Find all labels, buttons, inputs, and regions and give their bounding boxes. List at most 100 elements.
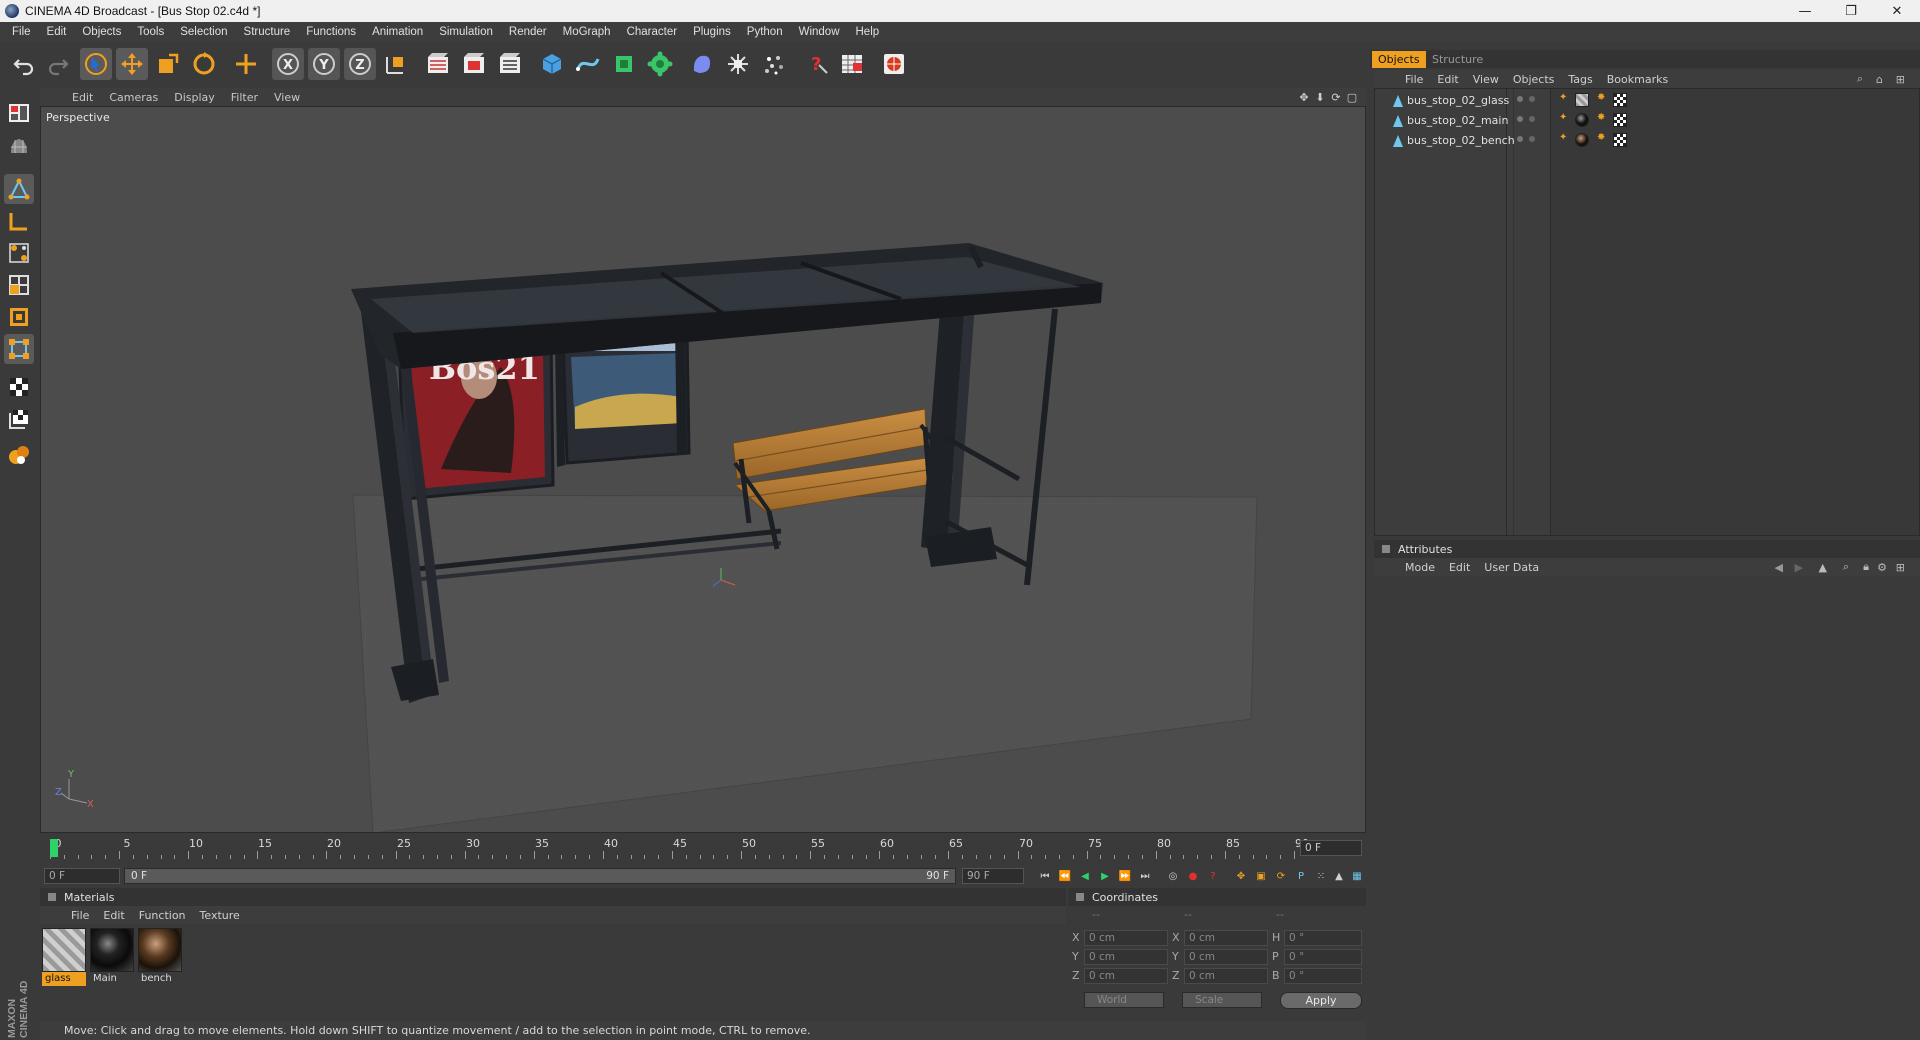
help-icon[interactable]: ? xyxy=(800,48,832,80)
menu-objects[interactable]: Objects xyxy=(74,26,129,38)
editor-visibility-dot[interactable] xyxy=(1517,136,1523,142)
attributes-menu-mode[interactable]: Mode xyxy=(1398,561,1442,574)
objects-menu-objects[interactable]: Objects xyxy=(1506,73,1562,86)
up-arrow-icon[interactable]: ▲ xyxy=(1812,561,1834,574)
material-bench[interactable]: bench xyxy=(138,928,182,986)
key-scale-icon[interactable]: ▣ xyxy=(1252,868,1270,884)
viewport-menu-filter[interactable]: Filter xyxy=(223,91,266,104)
tab-structure[interactable]: Structure xyxy=(1426,51,1489,68)
deformer-icon[interactable] xyxy=(686,48,718,80)
frame-ruler[interactable]: 051015202530354045505560657075808590 xyxy=(50,835,1309,861)
object-row-glass[interactable]: bus_stop_02_glass ✦ ✸ xyxy=(1375,91,1919,110)
edges-mode-icon[interactable] xyxy=(4,206,34,236)
object-row-bench[interactable]: bus_stop_02_bench ✦ ✸ xyxy=(1375,131,1919,150)
position-x-field[interactable]: 0 cm xyxy=(1084,930,1168,946)
menu-structure[interactable]: Structure xyxy=(236,26,299,38)
viewport-menu-cameras[interactable]: Cameras xyxy=(101,91,166,104)
object-name[interactable]: bus_stop_02_glass xyxy=(1407,94,1509,107)
tab-objects[interactable]: Objects xyxy=(1372,51,1426,68)
material-main[interactable]: Main xyxy=(90,928,134,986)
menu-simulation[interactable]: Simulation xyxy=(431,26,501,38)
uvw-map-tag-icon[interactable] xyxy=(1613,113,1627,127)
add-object-icon[interactable] xyxy=(230,48,262,80)
attr-new-view-icon[interactable]: ⊞ xyxy=(1889,561,1912,574)
y-axis-lock-icon[interactable]: Y xyxy=(308,48,340,80)
start-frame-field[interactable]: 0 F xyxy=(44,868,120,884)
menu-animation[interactable]: Animation xyxy=(364,26,431,38)
uvw-tag-icon[interactable]: ✸ xyxy=(1597,112,1605,123)
home-icon[interactable]: ⌂ xyxy=(1869,73,1890,86)
edit-render-settings-icon[interactable] xyxy=(494,48,526,80)
key-param-icon[interactable]: P xyxy=(1292,868,1310,884)
record-icon[interactable]: ◎ xyxy=(1164,868,1182,884)
objects-menu-bookmarks[interactable]: Bookmarks xyxy=(1600,73,1675,86)
materials-menu-function[interactable]: Function xyxy=(132,909,193,922)
go-to-end-icon[interactable]: ⏭ xyxy=(1136,868,1154,884)
prev-key-icon[interactable]: ⏪ xyxy=(1056,868,1074,884)
position-y-field[interactable]: 0 cm xyxy=(1084,949,1168,965)
key-rotation-icon[interactable]: ⟳ xyxy=(1272,868,1290,884)
current-frame-marker[interactable] xyxy=(50,839,58,857)
z-axis-lock-icon[interactable]: Z xyxy=(344,48,376,80)
materials-menu-file[interactable]: File xyxy=(64,909,96,922)
current-frame-field[interactable]: 0 F xyxy=(1300,840,1362,856)
dolly-view-icon[interactable]: ⬇ xyxy=(1312,91,1328,104)
main-texture-tag-icon[interactable] xyxy=(1575,113,1589,127)
objects-menu-edit[interactable]: Edit xyxy=(1430,73,1465,86)
nurbs-icon[interactable] xyxy=(608,48,640,80)
key-position-icon[interactable]: ✥ xyxy=(1232,868,1250,884)
menu-edit[interactable]: Edit xyxy=(39,26,75,38)
menu-file[interactable]: File xyxy=(4,26,39,38)
minimize-button[interactable]: — xyxy=(1782,0,1828,22)
cube-icon[interactable] xyxy=(536,48,568,80)
glass-texture-tag-icon[interactable] xyxy=(1575,93,1589,107)
objects-menu-file[interactable]: File xyxy=(1398,73,1430,86)
rotation-b-field[interactable]: 0 ° xyxy=(1284,968,1362,984)
next-key-icon[interactable]: ⏩ xyxy=(1116,868,1134,884)
viewport-menu-edit[interactable]: Edit xyxy=(64,91,101,104)
undo-icon[interactable] xyxy=(8,48,40,80)
model-mode-icon[interactable] xyxy=(4,132,34,162)
uvw-map-tag-icon[interactable] xyxy=(1613,133,1627,147)
rotate-icon[interactable] xyxy=(188,48,220,80)
key-pla-icon[interactable]: ⁙ xyxy=(1312,868,1330,884)
attributes-menu-user-data[interactable]: User Data xyxy=(1477,561,1546,574)
size-z-field[interactable]: 0 cm xyxy=(1184,968,1268,984)
uv-points-icon[interactable] xyxy=(4,270,34,300)
render-visibility-dot[interactable] xyxy=(1529,116,1535,122)
orbit-view-icon[interactable]: ⟳ xyxy=(1328,91,1344,104)
editor-visibility-dot[interactable] xyxy=(1517,116,1523,122)
uvw-tag-icon[interactable]: ✸ xyxy=(1597,132,1605,143)
phong-tag-icon[interactable]: ✦ xyxy=(1559,112,1567,123)
rotation-p-field[interactable]: 0 ° xyxy=(1284,949,1362,965)
size-y-field[interactable]: 0 cm xyxy=(1184,949,1268,965)
uvw-tag-icon[interactable]: ✸ xyxy=(1597,92,1605,103)
frame-range-slider[interactable]: 0 F 90 F xyxy=(124,868,956,884)
maximize-button[interactable]: ❐ xyxy=(1828,0,1874,22)
size-mode-dropdown[interactable]: Scale xyxy=(1182,992,1262,1008)
play-forwards-icon[interactable]: ▶ xyxy=(1096,868,1114,884)
perspective-viewport[interactable]: Perspective Bos21 Y X Z xyxy=(40,106,1366,833)
apply-button[interactable]: Apply xyxy=(1280,992,1362,1009)
timeline-settings-icon[interactable]: ▦ xyxy=(1348,868,1366,884)
attr-search-icon[interactable]: ⌕ xyxy=(1836,560,1856,574)
camera-icon[interactable] xyxy=(758,48,790,80)
render-visibility-dot[interactable] xyxy=(1529,136,1535,142)
pan-view-icon[interactable]: ✥ xyxy=(1296,91,1312,104)
menu-plugins[interactable]: Plugins xyxy=(685,26,739,38)
attributes-menu-edit[interactable]: Edit xyxy=(1442,561,1477,574)
texture-mode-icon[interactable] xyxy=(4,372,34,402)
render-visibility-dot[interactable] xyxy=(1529,96,1535,102)
menu-help[interactable]: Help xyxy=(848,26,888,38)
polygons-mode-icon[interactable] xyxy=(4,238,34,268)
forward-arrow-icon[interactable]: ▶ xyxy=(1788,561,1810,574)
menu-window[interactable]: Window xyxy=(791,26,848,38)
viewport-menu-display[interactable]: Display xyxy=(166,91,223,104)
sculpt-icon[interactable] xyxy=(4,440,34,470)
menu-tools[interactable]: Tools xyxy=(129,26,172,38)
render-picture-viewer-icon[interactable] xyxy=(458,48,490,80)
phong-tag-icon[interactable]: ✦ xyxy=(1559,92,1567,103)
phong-tag-icon[interactable]: ✦ xyxy=(1559,132,1567,143)
object-mode-icon[interactable] xyxy=(4,334,34,364)
keyframe-help-icon[interactable]: ? xyxy=(1204,868,1222,884)
